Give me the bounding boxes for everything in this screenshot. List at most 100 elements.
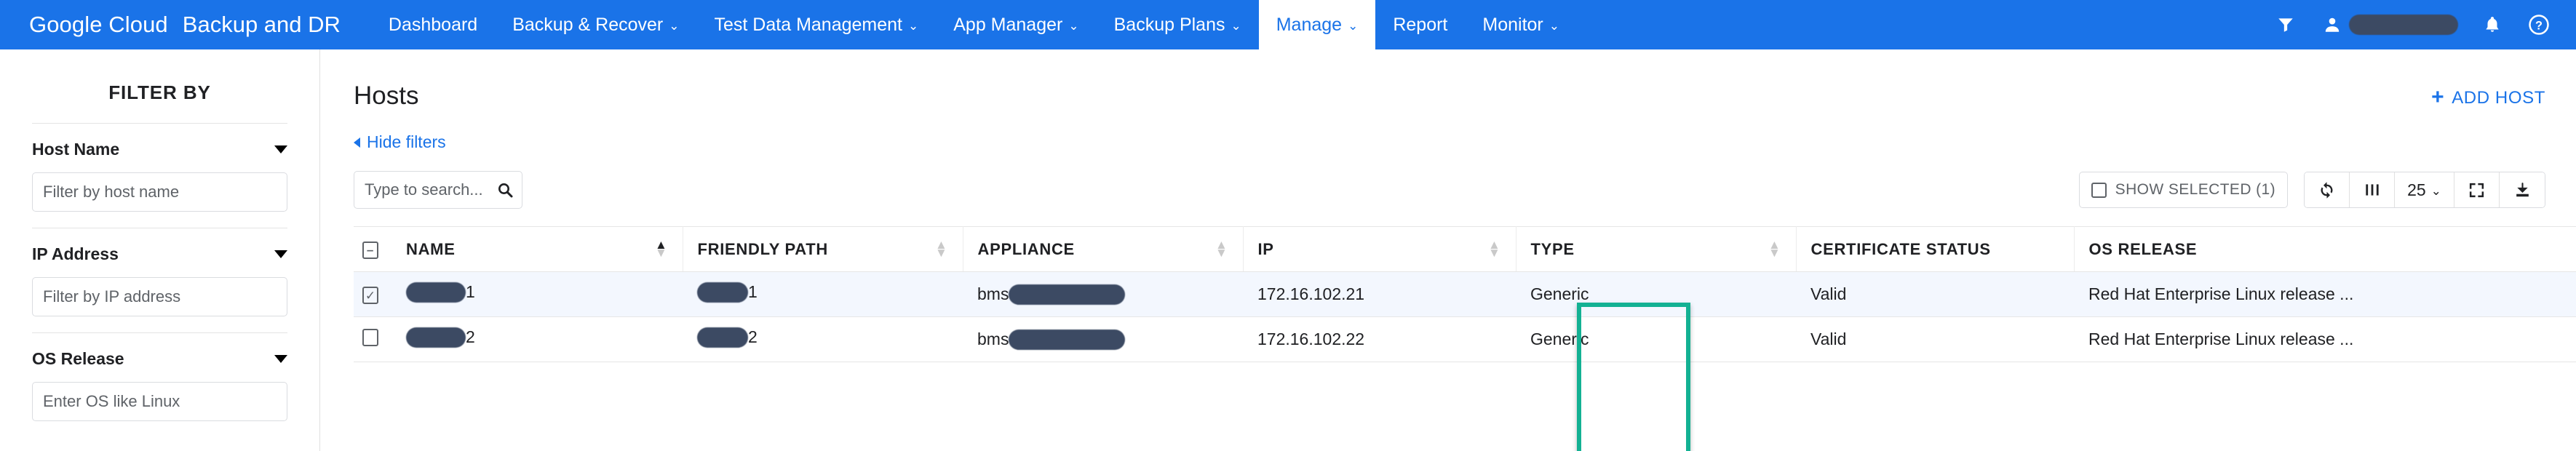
hide-filters-label: Hide filters: [367, 132, 446, 152]
column-label: OS RELEASE: [2089, 240, 2198, 259]
chevron-down-icon: ⌄: [1231, 20, 1241, 32]
table-row[interactable]: 2 2 bms 172.16.102.22 Generic Valid Red …: [354, 317, 2576, 362]
chevron-down-icon: [274, 355, 287, 363]
show-selected-button[interactable]: SHOW SELECTED (1): [2079, 172, 2288, 208]
column-header-type[interactable]: TYPE ▲▼: [1516, 227, 1796, 272]
select-all-cell: –: [354, 227, 391, 272]
primary-nav-items: Dashboard Backup & Recover ⌄ Test Data M…: [371, 0, 1577, 49]
main-content: Hosts + ADD HOST Hide filters SHOW SELEC…: [320, 49, 2576, 451]
row-select-cell: ✓: [354, 272, 391, 317]
column-header-name[interactable]: NAME ▲▼: [391, 227, 683, 272]
download-icon[interactable]: [2500, 172, 2545, 207]
filter-host-name-toggle[interactable]: Host Name: [32, 140, 287, 172]
filter-host-name-label: Host Name: [32, 140, 119, 159]
nav-item-backup-plans[interactable]: Backup Plans ⌄: [1097, 0, 1259, 49]
os-release-filter-input[interactable]: [32, 382, 287, 421]
column-label: APPLIANCE: [978, 240, 1075, 259]
name-suffix: 1: [466, 282, 475, 302]
sort-toggle-icon[interactable]: ▲▼: [1215, 242, 1228, 257]
cell-friendly-path: 2: [683, 317, 963, 362]
chevron-down-icon: ⌄: [1549, 20, 1559, 32]
columns-icon[interactable]: [2350, 172, 2395, 207]
nav-item-monitor[interactable]: Monitor ⌄: [1465, 0, 1577, 49]
column-label: FRIENDLY PATH: [698, 240, 828, 259]
top-navigation-bar: Google Cloud Backup and DR Dashboard Bac…: [0, 0, 2576, 49]
column-label: TYPE: [1531, 240, 1575, 259]
chevron-down-icon: ⌄: [908, 20, 918, 32]
cell-appliance: bms: [963, 272, 1243, 317]
table-row[interactable]: ✓ 1 1 bms 172.16.102.21 Generic: [354, 272, 2576, 317]
cell-certificate-status: Valid: [1796, 317, 2074, 362]
nav-item-manage[interactable]: Manage ⌄: [1259, 0, 1376, 49]
row-checkbox[interactable]: [362, 329, 378, 346]
filter-icon[interactable]: [2273, 12, 2298, 37]
nav-item-app-manager[interactable]: App Manager ⌄: [936, 0, 1096, 49]
nav-item-label: App Manager: [953, 15, 1062, 36]
table-action-icon-group: 25 ⌄: [2304, 172, 2545, 208]
page-body: FILTER BY Host Name IP Address OS Releas…: [0, 49, 2576, 451]
column-header-ip[interactable]: IP ▲▼: [1243, 227, 1516, 272]
nav-item-label: Monitor: [1482, 15, 1543, 36]
table-body: ✓ 1 1 bms 172.16.102.21 Generic: [354, 272, 2576, 362]
svg-text:?: ?: [2535, 19, 2543, 32]
nav-item-report[interactable]: Report: [1375, 0, 1465, 49]
chevron-down-icon: ⌄: [2431, 185, 2441, 197]
cell-type: Generic: [1516, 272, 1796, 317]
show-selected-label: SHOW SELECTED (1): [2115, 181, 2275, 199]
sort-toggle-icon[interactable]: ▲▼: [655, 242, 668, 257]
filter-by-heading: FILTER BY: [32, 49, 287, 123]
host-name-filter-input[interactable]: [32, 172, 287, 212]
table-head: – NAME ▲▼ FRIENDLY PATH ▲▼: [354, 227, 2576, 272]
column-header-friendly-path[interactable]: FRIENDLY PATH ▲▼: [683, 227, 963, 272]
chevron-down-icon: [274, 250, 287, 258]
brand[interactable]: Google Cloud Backup and DR: [0, 0, 341, 49]
filter-os-release-toggle[interactable]: OS Release: [32, 349, 287, 382]
nav-item-backup-and-recover[interactable]: Backup & Recover ⌄: [495, 0, 696, 49]
help-icon[interactable]: ?: [2527, 12, 2551, 37]
friendly-path-suffix: 1: [748, 282, 758, 302]
page-size-selector[interactable]: 25 ⌄: [2395, 172, 2454, 207]
sort-toggle-icon[interactable]: ▲▼: [1768, 242, 1781, 257]
product-name: Backup and DR: [183, 12, 341, 38]
filter-sidebar: FILTER BY Host Name IP Address OS Releas…: [0, 49, 320, 451]
name-redacted: [406, 327, 466, 348]
column-header-appliance[interactable]: APPLIANCE ▲▼: [963, 227, 1243, 272]
hide-filters-button[interactable]: Hide filters: [354, 132, 446, 152]
name-suffix: 2: [466, 327, 475, 347]
filter-group-ip-address: IP Address: [32, 228, 287, 332]
nav-right-actions: ?: [2273, 0, 2576, 49]
filter-ip-address-toggle[interactable]: IP Address: [32, 244, 287, 277]
select-all-checkbox[interactable]: –: [362, 242, 378, 259]
fullscreen-icon[interactable]: [2454, 172, 2500, 207]
column-header-os-release[interactable]: OS RELEASE ▲▼: [2074, 227, 2576, 272]
search-icon[interactable]: [495, 180, 515, 200]
refresh-icon[interactable]: [2305, 172, 2350, 207]
cell-certificate-status: Valid: [1796, 272, 2074, 317]
name-redacted: [406, 282, 466, 303]
add-host-label: ADD HOST: [2452, 88, 2545, 108]
cell-name: 2: [391, 317, 683, 362]
column-label: CERTIFICATE STATUS: [1811, 240, 1991, 259]
column-label: IP: [1258, 240, 1274, 259]
appliance-prefix: bms: [977, 284, 1009, 304]
cell-os-release: Red Hat Enterprise Linux release ...: [2074, 317, 2576, 362]
cell-name: 1: [391, 272, 683, 317]
table-header-row: – NAME ▲▼ FRIENDLY PATH ▲▼: [354, 227, 2576, 272]
sort-toggle-icon[interactable]: ▲▼: [935, 242, 948, 257]
notifications-icon[interactable]: [2480, 12, 2505, 37]
hosts-table: – NAME ▲▼ FRIENDLY PATH ▲▼: [354, 226, 2576, 362]
nav-item-dashboard[interactable]: Dashboard: [371, 0, 495, 49]
chevron-down-icon: ⌄: [1068, 20, 1078, 32]
ip-address-filter-input[interactable]: [32, 277, 287, 316]
account-menu[interactable]: [2320, 12, 2458, 37]
sort-toggle-icon[interactable]: ▲▼: [1488, 242, 1501, 257]
cell-type: Generic: [1516, 317, 1796, 362]
chevron-down-icon: [274, 145, 287, 153]
row-checkbox[interactable]: ✓: [362, 287, 378, 304]
google-cloud-logo-text: Google Cloud: [29, 12, 168, 38]
row-select-cell: [354, 317, 391, 362]
nav-item-test-data-management[interactable]: Test Data Management ⌄: [697, 0, 937, 49]
column-header-certificate-status[interactable]: CERTIFICATE STATUS: [1796, 227, 2074, 272]
hosts-table-container: – NAME ▲▼ FRIENDLY PATH ▲▼: [354, 226, 2576, 362]
add-host-button[interactable]: + ADD HOST: [2431, 81, 2545, 109]
